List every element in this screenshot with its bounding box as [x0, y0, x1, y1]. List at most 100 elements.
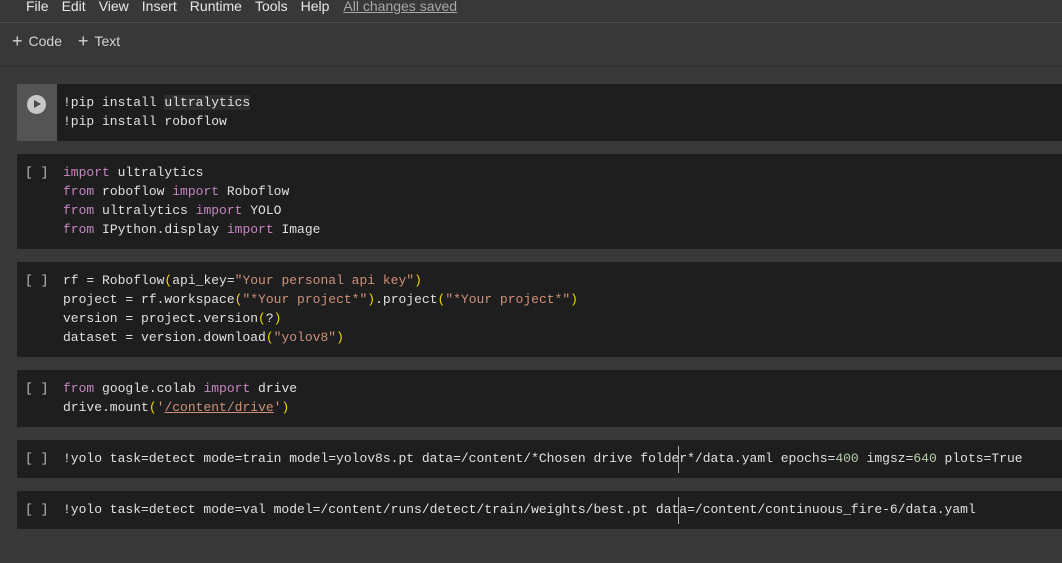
menu-bar: File Edit View Insert Runtime Tools Help…: [0, 0, 1062, 23]
code-line[interactable]: drive.mount('/content/drive'): [63, 398, 297, 417]
code-line[interactable]: import ultralytics: [63, 163, 320, 182]
menu-runtime[interactable]: Runtime: [190, 0, 242, 13]
code-token: !pip install roboflow: [63, 114, 227, 129]
code-cell[interactable]: !pip install ultralytics !pip install rob…: [17, 84, 1062, 141]
code-token: (: [148, 400, 157, 415]
code-line[interactable]: version = project.version(?): [63, 309, 578, 328]
code-line[interactable]: !yolo task=detect mode=train model=yolov…: [63, 449, 1023, 468]
run-cell-bracket[interactable]: [ ]: [25, 500, 48, 519]
add-text-button[interactable]: + Text: [78, 31, 121, 51]
code-line[interactable]: !yolo task=detect mode=val model=/conten…: [63, 500, 976, 519]
code-token: from: [63, 222, 95, 237]
add-text-label: Text: [94, 33, 121, 49]
menu-edit[interactable]: Edit: [62, 0, 86, 13]
cell-code[interactable]: from google.colab import drive drive.moun…: [63, 379, 297, 417]
cell-code[interactable]: !pip install ultralytics !pip install rob…: [63, 93, 251, 131]
code-token: roboflow: [94, 184, 173, 199]
code-token: ultralytics: [164, 95, 251, 110]
text-cursor: [678, 446, 679, 473]
code-token: Image: [273, 222, 321, 237]
code-token: project = rf.workspace: [63, 292, 235, 307]
notebook-area: !pip install ultralytics !pip install rob…: [0, 66, 1062, 563]
code-token: (: [265, 330, 274, 345]
code-token: (: [258, 311, 266, 326]
code-token: google.colab: [94, 381, 204, 396]
code-token: import: [226, 222, 274, 237]
code-token: .project: [375, 292, 438, 307]
code-token: ): [367, 292, 376, 307]
menu-file[interactable]: File: [26, 0, 49, 13]
code-token: !pip install: [63, 95, 165, 110]
run-cell-bracket[interactable]: [ ]: [25, 163, 48, 182]
code-cell[interactable]: [ ] !yolo task=detect mode=train model=y…: [17, 440, 1062, 478]
save-status-link[interactable]: All changes saved: [343, 0, 457, 13]
code-token: ): [570, 292, 578, 307]
code-token: ultralytics: [109, 165, 204, 180]
code-token: YOLO: [242, 203, 282, 218]
code-token: !yolo task=detect mode=val model=/conten…: [63, 502, 976, 517]
code-token: "*Your project*": [242, 292, 368, 307]
code-line[interactable]: from roboflow import Roboflow: [63, 182, 320, 201]
code-token: ): [273, 311, 282, 326]
menu-view[interactable]: View: [99, 0, 129, 13]
code-line[interactable]: project = rf.workspace("*Your project*")…: [63, 290, 578, 309]
code-token: from: [63, 381, 95, 396]
code-line[interactable]: from IPython.display import Image: [63, 220, 320, 239]
text-cursor: [678, 497, 679, 524]
run-cell-icon[interactable]: [27, 95, 46, 114]
code-line[interactable]: rf = Roboflow(api_key="Your personal api…: [63, 271, 578, 290]
cell-code[interactable]: !yolo task=detect mode=train model=yolov…: [63, 449, 1023, 468]
code-token: version = project.version: [63, 311, 259, 326]
code-token: ?: [265, 311, 274, 326]
code-token: Roboflow: [219, 184, 290, 199]
code-token: ): [336, 330, 344, 345]
code-token: ultralytics: [94, 203, 196, 218]
cell-code[interactable]: !yolo task=detect mode=val model=/conten…: [63, 500, 976, 519]
cell-gutter: [17, 84, 57, 141]
code-token: drive.mount: [63, 400, 149, 415]
code-line[interactable]: dataset = version.download("yolov8"): [63, 328, 578, 347]
plus-icon: +: [78, 31, 89, 51]
cell-code[interactable]: import ultralytics from roboflow import R…: [63, 163, 320, 239]
code-cell[interactable]: [ ] from google.colab import drive drive.…: [17, 370, 1062, 427]
code-line[interactable]: !pip install ultralytics: [63, 93, 251, 112]
run-cell-bracket[interactable]: [ ]: [25, 379, 48, 398]
code-token: "yolov8": [273, 330, 337, 345]
toolbar: + Code + Text: [0, 23, 1062, 59]
code-line[interactable]: from ultralytics import YOLO: [63, 201, 320, 220]
code-token: IPython.display: [94, 222, 227, 237]
code-line[interactable]: !pip install roboflow: [63, 112, 250, 131]
code-token: import: [172, 184, 220, 199]
code-token: api_key=: [172, 273, 235, 288]
code-token: import: [203, 381, 251, 396]
add-code-button[interactable]: + Code: [12, 31, 62, 51]
code-token: /content/drive: [164, 400, 274, 415]
code-token: ): [414, 273, 422, 288]
plus-icon: +: [12, 31, 23, 51]
code-token: "*Your project*": [445, 292, 571, 307]
menu-insert[interactable]: Insert: [142, 0, 177, 13]
cell-gutter: [ ]: [17, 262, 57, 357]
menu-help[interactable]: Help: [301, 0, 330, 13]
menu-tools[interactable]: Tools: [255, 0, 288, 13]
run-cell-bracket[interactable]: [ ]: [25, 271, 48, 290]
code-token: from: [63, 203, 95, 218]
code-token: !yolo task=detect mode=train model=yolov…: [63, 451, 836, 466]
code-token: 400: [835, 451, 859, 466]
code-cell[interactable]: [ ] !yolo task=detect mode=val model=/co…: [17, 491, 1062, 529]
code-token: "Your personal api key": [234, 273, 415, 288]
code-cell[interactable]: [ ] import ultralytics from roboflow impo…: [17, 154, 1062, 249]
cell-code[interactable]: rf = Roboflow ( api_key="Your personal api…: [63, 271, 578, 347]
code-token: import: [63, 165, 110, 180]
code-token: rf = Roboflow: [63, 273, 165, 288]
code-token: dataset = version.download: [63, 330, 266, 345]
code-cell[interactable]: [ ] rf = Roboflow ( api_key="Your personal…: [17, 262, 1062, 357]
code-line[interactable]: from google.colab import drive: [63, 379, 297, 398]
code-token: 640: [913, 451, 937, 466]
code-token: imgsz=: [858, 451, 914, 466]
run-cell-bracket[interactable]: [ ]: [25, 449, 48, 468]
code-token: ): [281, 400, 290, 415]
cell-gutter: [ ]: [17, 440, 57, 478]
code-token: plots=True: [936, 451, 1023, 466]
code-token: from: [63, 184, 95, 199]
